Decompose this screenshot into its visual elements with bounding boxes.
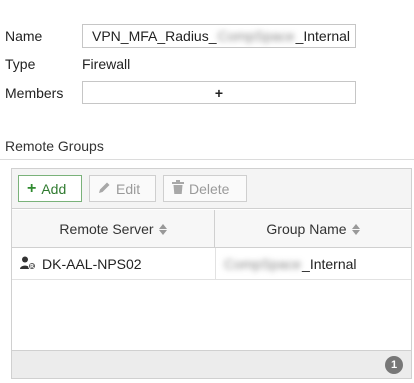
edit-button[interactable]: Edit [89, 175, 156, 202]
section-divider [0, 159, 414, 160]
type-value: Firewall [82, 56, 131, 72]
plus-icon: + [27, 179, 37, 197]
remote-server-cell: R DK-AAL-NPS02 [20, 248, 215, 280]
column-group-name[interactable]: Group Name [215, 210, 411, 248]
type-label: Type [5, 56, 36, 72]
column-label: Group Name [266, 221, 347, 237]
name-field[interactable]: VPN_MFA_Radius_ CompSpace _Internal [82, 24, 356, 48]
column-label: Remote Server [59, 221, 154, 237]
delete-button-label: Delete [189, 180, 230, 197]
plus-icon: + [214, 84, 224, 101]
count-badge: 1 [385, 356, 403, 374]
pencil-icon [98, 181, 111, 197]
name-suffix: _Internal [295, 28, 351, 44]
column-divider [215, 248, 216, 280]
table-header: Remote Server Group Name [12, 210, 411, 248]
delete-button[interactable]: Delete [163, 175, 247, 202]
toolbar: + Add Edit Delete [12, 169, 411, 209]
members-add-button[interactable]: + [82, 81, 356, 104]
edit-button-label: Edit [116, 180, 141, 197]
name-redacted: CompSpace [217, 28, 295, 44]
table-footer: 1 [12, 350, 411, 378]
column-remote-server[interactable]: Remote Server [12, 210, 215, 248]
remote-groups-panel: + Add Edit Delete Remote Server Group Na… [11, 168, 412, 379]
section-title: Remote Groups [5, 138, 104, 154]
sort-icon [158, 223, 167, 235]
group-name-cell: CompSpace _Internal [223, 248, 411, 280]
name-label: Name [5, 28, 43, 44]
table-row[interactable]: R DK-AAL-NPS02 CompSpace _Internal [12, 248, 411, 280]
members-label: Members [5, 85, 64, 101]
trash-icon [172, 180, 184, 197]
add-button-label: Add [41, 180, 67, 197]
remote-server-name: DK-AAL-NPS02 [42, 256, 142, 272]
sort-icon [351, 223, 360, 235]
name-prefix: VPN_MFA_Radius_ [92, 28, 217, 44]
user-server-icon: R [20, 256, 36, 273]
group-name-redacted: CompSpace [224, 256, 302, 272]
add-button[interactable]: + Add [18, 175, 82, 202]
group-name-suffix: _Internal [302, 256, 357, 272]
